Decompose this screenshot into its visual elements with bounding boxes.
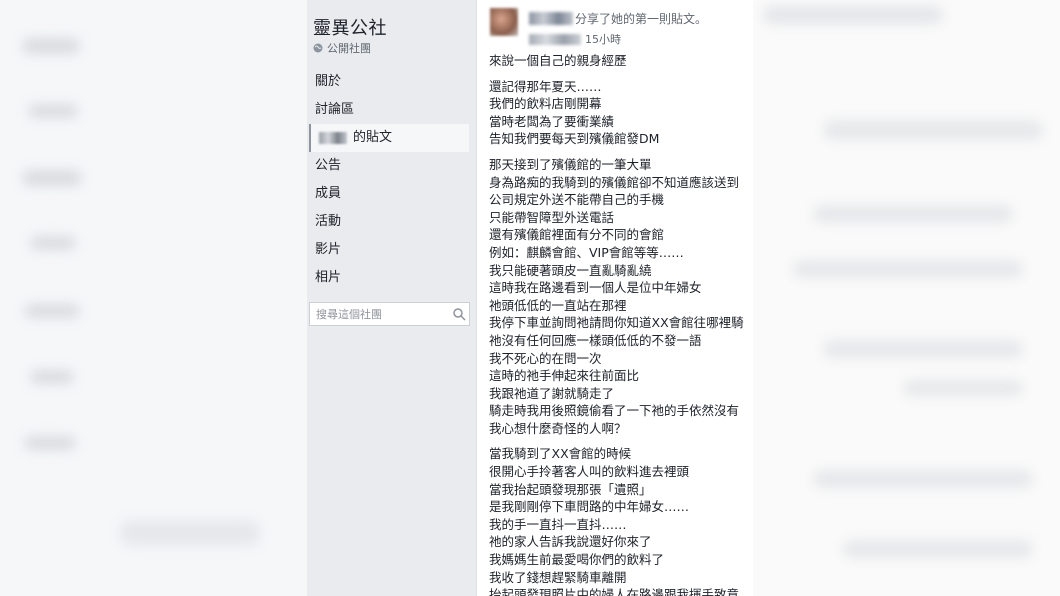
post-line: 我跟祂道了謝就騎走了 (489, 385, 615, 401)
nav-about-label: 關於 (315, 74, 342, 89)
post-line: 這時的祂手伸起來往前面比 (489, 368, 640, 384)
author-avatar[interactable] (490, 8, 518, 36)
nav-videos[interactable]: 影片 (307, 236, 476, 264)
group-nav: 關於 討論區 的貼文 公告 成員 活動 影片 相片 (307, 68, 476, 292)
post-line: 來說一個自己的親身經歷 (489, 53, 627, 68)
nav-events[interactable]: 活動 (307, 208, 476, 236)
nav-member-posts-label: 的貼文 (353, 130, 393, 145)
post-header: 分享了她的第一則貼文。 (529, 10, 707, 27)
redacted-meta (529, 33, 581, 45)
group-privacy: 公開社團 (313, 40, 371, 56)
nav-discussion[interactable]: 討論區 (307, 96, 476, 124)
redacted-author-name[interactable] (529, 12, 573, 25)
post-line: 祂頭低低的一直站在那裡 (489, 297, 627, 313)
post-line: 抬起頭發現照片中的婦人在路邊跟我揮手致意 (489, 587, 740, 596)
group-name[interactable]: 靈異公社 (313, 14, 387, 40)
blurred-background-left (0, 0, 307, 596)
post-line: 我停下車並詢問祂請問你知道XX會館往哪裡騎 (489, 315, 744, 331)
nav-events-label: 活動 (315, 214, 342, 229)
post-line: 我心想什麼奇怪的人啊？ (489, 420, 627, 436)
blurred-background-right (753, 0, 1060, 596)
post-paragraph: 來說一個自己的親身經歷 (489, 52, 753, 70)
nav-discussion-label: 討論區 (315, 102, 355, 117)
post-timestamp[interactable]: 15小時 (585, 31, 621, 47)
post-line: 當時老闆為了要衝業績 (489, 113, 615, 129)
post-line: 告知我們要每天到殯儀館發DM (489, 131, 660, 147)
post-line: 騎走時我用後照鏡偷看了一下祂的手依然沒有 (489, 403, 740, 419)
post-line: 當我抬起頭發現那張「遺照」 (489, 481, 652, 497)
post-line: 還有殯儀館裡面有分不同的會館 (489, 227, 665, 243)
post-line: 當我騎到了XX會館的時候 (489, 446, 632, 462)
post-line: 是我剛剛停下車問路的中年婦女…… (489, 499, 690, 515)
post-meta: 15小時 (529, 31, 621, 47)
group-type-label: 公開社團 (327, 42, 371, 55)
nav-announcements[interactable]: 公告 (307, 152, 476, 180)
post-line: 我收了錢想趕緊騎車離開 (489, 569, 627, 585)
nav-photos[interactable]: 相片 (307, 264, 476, 292)
post-line: 身為路痴的我騎到的殯儀館卻不知道應該送到 (489, 174, 740, 190)
group-search[interactable] (309, 302, 470, 326)
post-line: 我不死心的在問一次 (489, 350, 602, 366)
post-card: 分享了她的第一則貼文。 15小時 來說一個自己的親身經歷 還記得那年夏天…… 我們的… (477, 0, 753, 596)
nav-members[interactable]: 成員 (307, 180, 476, 208)
post-line: 這時我在路邊看到一個人是位中年婦女 (489, 280, 702, 296)
post-line: 我的手一直抖一直抖…… (489, 516, 627, 532)
nav-photos-label: 相片 (315, 270, 342, 285)
group-sidebar: 靈異公社 公開社團 關於 討論區 的貼文 公告 成員 活動 影片 相片 (307, 0, 477, 596)
search-icon[interactable] (452, 307, 466, 321)
post-line: 只能帶智障型外送電話 (489, 209, 615, 225)
group-search-input[interactable] (310, 306, 448, 322)
redacted-name (319, 132, 347, 144)
nav-announcements-label: 公告 (315, 158, 342, 173)
author-action: 分享了她的第一則貼文。 (575, 12, 708, 26)
post-line: 很開心手拎著客人叫的飲料進去裡頭 (489, 464, 690, 480)
post-line: 我媽媽生前最愛喝你們的飲料了 (489, 552, 665, 568)
nav-about[interactable]: 關於 (307, 68, 476, 96)
post-line: 那天接到了殯儀館的一筆大單 (489, 156, 652, 172)
post-paragraph: 那天接到了殯儀館的一筆大單身為路痴的我騎到的殯儀館卻不知道應該送到 公司規定外送不… (489, 156, 753, 438)
globe-icon (313, 43, 323, 53)
post-line: 祂沒有任何回應一樣頭低低的不發一語 (489, 332, 702, 348)
nav-videos-label: 影片 (315, 242, 342, 257)
post-paragraph: 當我騎到了XX會館的時候很開心手拎著客人叫的飲料進去裡頭 當我抬起頭發現那張「遺照… (489, 445, 753, 596)
post-line: 例如：麒麟會館、VIP會館等等…… (489, 244, 684, 260)
post-line: 我只能硬著頭皮一直亂騎亂繞 (489, 262, 652, 278)
post-line: 祂的家人告訴我說還好你來了 (489, 534, 652, 550)
post-body: 來說一個自己的親身經歷 還記得那年夏天…… 我們的飲料店剛開幕 當時老闆為了要衝業績告… (489, 52, 753, 596)
nav-member-posts[interactable]: 的貼文 (309, 124, 469, 152)
post-paragraph: 還記得那年夏天…… 我們的飲料店剛開幕 當時老闆為了要衝業績告知我們要每天到殯儀館發… (489, 78, 753, 148)
post-line: 公司規定外送不能帶自己的手機 (489, 192, 665, 208)
post-line: 還記得那年夏天…… (489, 78, 602, 94)
post-line: 我們的飲料店剛開幕 (489, 96, 602, 112)
nav-members-label: 成員 (315, 186, 342, 201)
